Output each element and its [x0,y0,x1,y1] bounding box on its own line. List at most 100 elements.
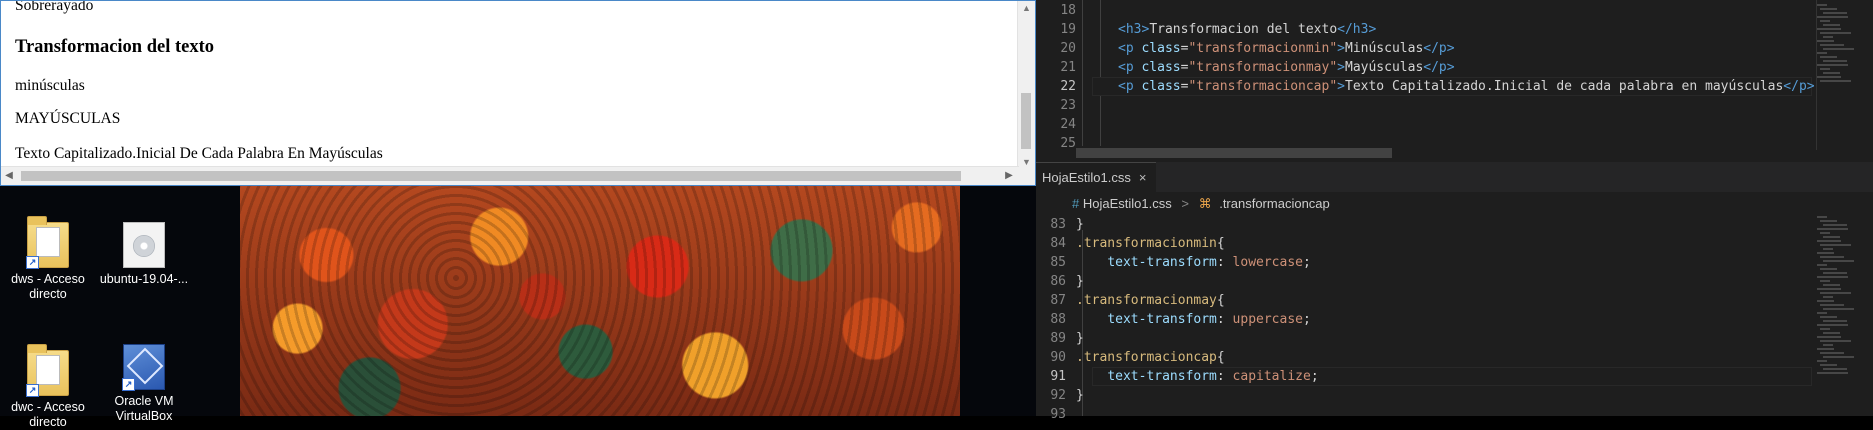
minimap-line [1820,268,1837,270]
code-line[interactable]: text-transform: lowercase; [1076,255,1311,270]
minimap-line [1820,20,1830,22]
css-minimap[interactable] [1813,216,1873,416]
code-line[interactable]: .transformacionmin{ [1076,236,1225,251]
minimap-line [1823,224,1847,226]
minimap-line [1817,240,1841,242]
desktop-icon-dws[interactable]: ↗ dws - Acceso directo [0,216,96,302]
minimap-line [1823,60,1847,62]
code-line[interactable]: } [1076,388,1084,403]
minimap-line [1823,12,1847,14]
close-icon[interactable]: × [1139,170,1147,185]
breadcrumb-file[interactable]: HojaEstilo1.css [1083,196,1172,211]
html-editor-pane[interactable]: 18 19 <h3>Transformacion del texto</h3> 20 <… [1036,0,1873,158]
minimap-line [1820,44,1844,46]
desktop-icon-virtualbox[interactable]: ↗ Oracle VM VirtualBox [96,344,192,424]
code-line[interactable]: text-transform: uppercase; [1076,312,1311,327]
code-editor: 18 19 <h3>Transformacion del texto</h3> 20 <… [1036,0,1873,422]
minimap-line [1820,292,1851,294]
minimap-line [1817,52,1827,54]
minimap-line [1820,232,1830,234]
line-number: 18 [1060,3,1076,18]
minimap-line [1823,36,1833,38]
desktop-icon-label: Oracle VM VirtualBox [114,394,174,423]
virtualbox-icon: ↗ [122,344,165,391]
desktop-icon-dwc[interactable]: ↗ dwc - Acceso directo [0,344,96,430]
tab-label: HojaEstilo1.css [1042,170,1131,185]
line-number: 19 [1060,22,1076,37]
minimap-line [1823,248,1833,250]
scroll-up-icon[interactable]: ▲ [1018,1,1035,15]
shortcut-arrow-icon: ↗ [26,256,39,269]
desktop-icon-label: dwc - Acceso directo [11,400,85,429]
minimap-line [1823,344,1833,346]
minimap-line [1820,316,1837,318]
minimap-line [1817,28,1841,30]
code-line[interactable]: <p class="transformacionmay">Mayúsculas<… [1118,60,1455,75]
cut-off-text: Sobrerayado [15,0,94,14]
folder-icon: ↗ [26,216,69,269]
line-number: 20 [1060,41,1076,56]
scroll-right-icon[interactable]: ▶ [1001,167,1017,185]
minimap-line [1817,276,1848,278]
minimap-line [1820,244,1851,246]
minimap-line [1823,24,1840,26]
autumn-forest-wallpaper [240,186,960,416]
html-pane-horizontal-scrollbar[interactable] [1076,148,1392,158]
code-line[interactable]: .transformacionmay{ [1076,293,1225,308]
minimap-line [1823,72,1840,74]
vertical-scroll-thumb[interactable] [1021,93,1031,149]
line-number: 84 [1050,236,1066,251]
minimap-line [1817,40,1834,42]
desktop-icon-label: ubuntu-19.04-... [99,272,189,286]
code-line[interactable]: <p class="transformacioncap">Texto Capit… [1118,79,1815,94]
vertical-scrollbar[interactable]: ▲ ▼ [1017,1,1035,169]
breadcrumb: # HojaEstilo1.css > ⌘ .transformacioncap [1036,192,1873,216]
code-line[interactable]: } [1076,274,1084,289]
line-number: 93 [1050,407,1066,422]
minimap-line [1823,332,1840,334]
minimap-line [1823,368,1847,370]
tab-hojaestilo1-css[interactable]: HojaEstilo1.css × [1036,162,1157,193]
minimap-line [1820,32,1851,34]
code-line[interactable]: .transformacioncap{ [1076,350,1225,365]
minimap-line [1817,16,1848,18]
line-number: 85 [1050,255,1066,270]
code-line[interactable]: <p class="transformacionmin">Minúsculas<… [1118,41,1455,56]
breadcrumb-symbol[interactable]: .transformacioncap [1219,196,1330,211]
minimap-line [1820,80,1851,82]
minimap-line [1820,256,1844,258]
css-file-icon: # [1072,196,1080,211]
minimap-line [1823,296,1833,298]
minimap-line [1823,260,1854,262]
code-line[interactable]: <h3>Transformacion del texto</h3> [1118,22,1376,37]
minimap-line [1817,372,1848,374]
minimap-line [1817,64,1848,66]
editor-tab-bar: HojaEstilo1.css × [1036,162,1873,193]
code-line[interactable]: } [1076,331,1084,346]
minimap-line [1823,236,1840,238]
code-line[interactable]: text-transform: capitalize; [1076,369,1318,384]
desktop-icon-label: dws - Acceso directo [11,272,85,301]
minimap-line [1817,300,1834,302]
minimap-line [1817,336,1841,338]
code-line[interactable]: } [1076,217,1084,232]
minimap-line [1817,76,1841,78]
minimap-line [1820,340,1851,342]
html-minimap[interactable] [1813,0,1873,150]
minimap-line [1817,360,1827,362]
minimap-line [1820,56,1837,58]
lowercase-text: minúsculas [15,77,85,94]
horizontal-scrollbar[interactable]: ◀ ▶ [1,166,1019,185]
browser-window: Sobrerayado Transformacion del texto min… [0,0,1036,186]
minimap-line [1820,328,1830,330]
line-number: 86 [1050,274,1066,289]
desktop-icon-ubuntu-iso[interactable]: ubuntu-19.04-... [96,222,192,287]
scroll-left-icon[interactable]: ◀ [1,167,17,185]
horizontal-scroll-thumb[interactable] [21,171,961,181]
minimap-line [1820,220,1837,222]
minimap-line [1817,288,1841,290]
minimap-line [1820,304,1844,306]
minimap-line [1820,68,1830,70]
breadcrumb-separator-icon: > [1181,196,1189,211]
minimap-line [1817,348,1834,350]
